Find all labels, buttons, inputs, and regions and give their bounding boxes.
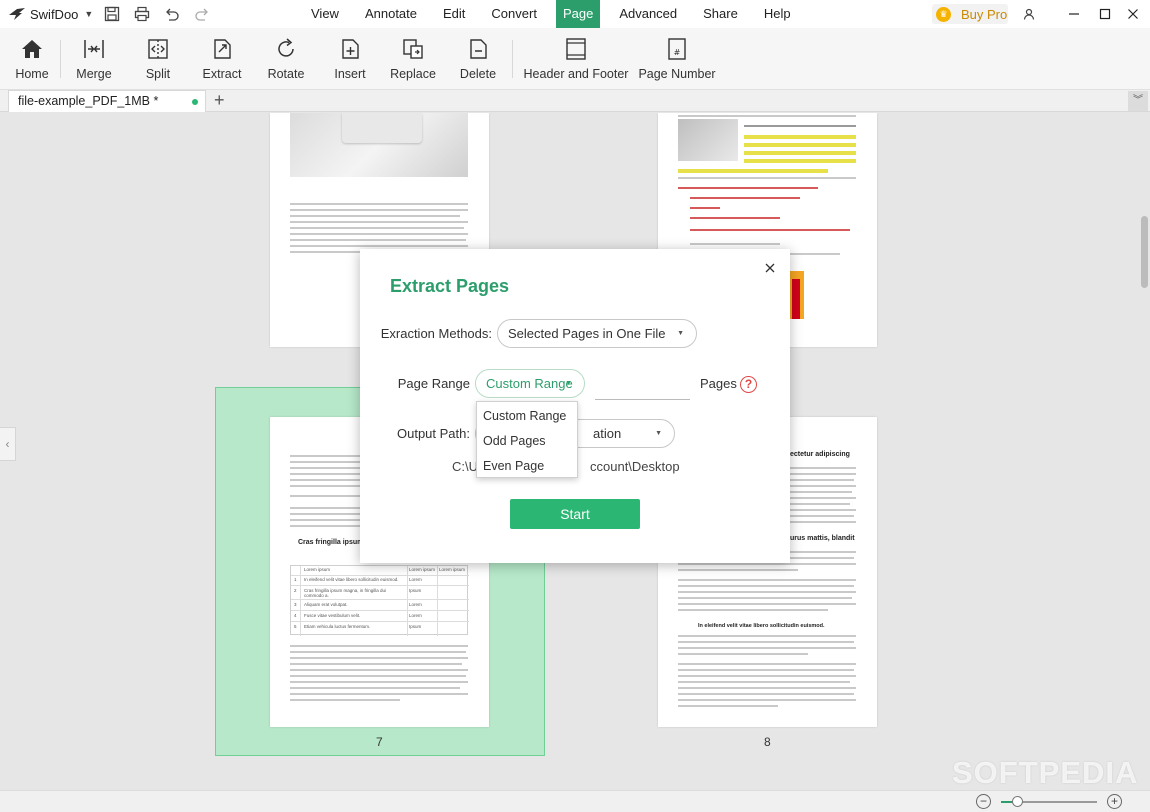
insert-button[interactable]: Insert — [330, 28, 370, 90]
zoom-in-button[interactable]: + — [1107, 794, 1122, 809]
buy-pro-label: Buy Pro — [961, 6, 1008, 22]
menu-convert[interactable]: Convert — [478, 0, 550, 28]
chart-bar — [792, 279, 800, 319]
split-icon — [146, 37, 170, 61]
undo-icon[interactable] — [164, 6, 180, 22]
extract-icon — [210, 37, 234, 61]
chevron-left-icon: ‹ — [5, 437, 10, 451]
toolbar-divider — [512, 40, 513, 78]
merge-icon — [82, 37, 106, 61]
zoom-slider[interactable] — [1001, 796, 1097, 807]
extraction-method-select[interactable]: Selected Pages in One File ▼ — [497, 319, 697, 348]
dropdown-option-custom-range[interactable]: Custom Range — [477, 404, 577, 429]
header-footer-icon — [564, 37, 588, 61]
extraction-method-label: Exraction Methods: — [380, 326, 492, 341]
app-name: SwifDoo — [30, 6, 79, 22]
replace-icon — [401, 37, 425, 61]
crown-icon: ♛ — [936, 6, 951, 22]
menu-edit[interactable]: Edit — [430, 0, 478, 28]
toolbar-divider — [60, 40, 61, 78]
start-button[interactable]: Start — [510, 499, 640, 529]
page-range-dropdown-menu: Custom Range Odd Pages Even Page — [476, 401, 578, 478]
merge-button[interactable]: Merge — [74, 28, 114, 90]
print-icon[interactable] — [134, 6, 150, 22]
menu-help[interactable]: Help — [751, 0, 804, 28]
plus-icon: + — [1110, 794, 1118, 808]
close-icon — [1128, 9, 1138, 19]
output-path-label: Output Path: — [397, 426, 470, 441]
header-footer-button[interactable]: Header and Footer — [524, 28, 628, 90]
app-menu[interactable]: SwifDoo ▼ — [8, 7, 98, 22]
output-path-value: ation — [593, 426, 622, 441]
insert-icon — [338, 37, 362, 61]
redo-icon[interactable] — [194, 6, 210, 22]
expand-sidebar-button[interactable]: ‹ — [0, 427, 16, 461]
dropdown-option-odd-pages[interactable]: Odd Pages — [477, 429, 577, 454]
softpedia-watermark: SOFTPEDIA — [952, 755, 1139, 790]
laptop-picture — [342, 113, 422, 143]
page-number-icon: # — [665, 37, 689, 61]
close-window-button[interactable] — [1118, 0, 1148, 28]
title-bar: SwifDoo ▼ View Annotate Edit Convert Pag… — [0, 0, 1150, 28]
page-number-label: 7 — [376, 735, 383, 749]
maximize-icon — [1099, 8, 1111, 20]
menu-share[interactable]: Share — [690, 0, 751, 28]
page-image — [678, 119, 738, 161]
minimize-button[interactable] — [1059, 0, 1089, 28]
page-range-label: Page Range — [397, 376, 470, 391]
collapse-toolbar-button[interactable]: ︾ — [1128, 91, 1148, 111]
help-icon[interactable]: ? — [740, 376, 757, 393]
dropdown-arrow-icon: ▼ — [565, 380, 572, 387]
account-button[interactable] — [1014, 0, 1044, 28]
dialog-close-button[interactable] — [763, 261, 777, 275]
swifdoo-logo-icon — [9, 8, 25, 20]
extract-button[interactable]: Extract — [202, 28, 242, 90]
new-tab-button[interactable]: + — [214, 90, 225, 110]
zoom-out-button[interactable]: − — [976, 794, 991, 809]
delete-button[interactable]: Delete — [458, 28, 498, 90]
delete-page-icon — [466, 37, 490, 61]
buy-pro-button[interactable]: ♛ Buy Pro — [932, 4, 1008, 24]
pages-label: Pages — [700, 376, 737, 391]
page-image — [290, 113, 468, 177]
replace-button[interactable]: Replace — [390, 28, 436, 90]
split-button[interactable]: Split — [138, 28, 178, 90]
rotate-icon — [274, 37, 298, 61]
user-icon — [1023, 8, 1035, 20]
status-bar: − + — [0, 790, 1150, 812]
minimize-icon — [1069, 13, 1079, 15]
double-chevron-down-icon: ︾ — [1133, 95, 1143, 106]
menu-advanced[interactable]: Advanced — [606, 0, 690, 28]
dropdown-arrow-icon: ▼ — [677, 330, 684, 337]
menu-page[interactable]: Page — [555, 0, 601, 28]
dropdown-arrow-icon: ▼ — [655, 430, 662, 437]
vertical-scrollbar-thumb[interactable] — [1141, 216, 1148, 288]
home-button[interactable]: Home — [12, 28, 52, 90]
minus-icon: − — [979, 794, 987, 808]
dialog-title: Extract Pages — [390, 276, 510, 296]
zoom-slider-handle[interactable] — [1012, 796, 1023, 807]
ribbon-toolbar: Home Merge Split Extract Rotate Insert R… — [0, 28, 1150, 90]
menu-view[interactable]: View — [298, 0, 352, 28]
page-table: Lorem ipsum Lorem ipsum Lorem ipsum 1 In… — [290, 565, 469, 636]
save-icon[interactable] — [104, 6, 120, 22]
rotate-button[interactable]: Rotate — [266, 28, 306, 90]
page-number-label: 8 — [764, 735, 771, 749]
dropdown-option-even-page[interactable]: Even Page — [477, 454, 577, 479]
home-icon — [20, 37, 44, 61]
page-range-value: Custom Range — [486, 376, 573, 391]
document-tab[interactable]: file-example_PDF_1MB * — [8, 90, 206, 112]
close-icon — [765, 263, 775, 273]
menu-annotate[interactable]: Annotate — [352, 0, 430, 28]
extraction-method-value: Selected Pages in One File — [508, 326, 666, 341]
unsaved-indicator — [192, 99, 198, 105]
chevron-down-icon[interactable]: ▼ — [84, 9, 93, 19]
document-tab-bar: file-example_PDF_1MB * + ︾ — [0, 90, 1150, 112]
svg-text:#: # — [674, 48, 681, 57]
page-range-input[interactable] — [595, 399, 690, 400]
page-number-button[interactable]: # Page Number — [638, 28, 716, 90]
maximize-button[interactable] — [1090, 0, 1120, 28]
document-tab-label: file-example_PDF_1MB * — [18, 94, 159, 108]
page-range-select[interactable]: Custom Range ▼ — [475, 369, 585, 398]
